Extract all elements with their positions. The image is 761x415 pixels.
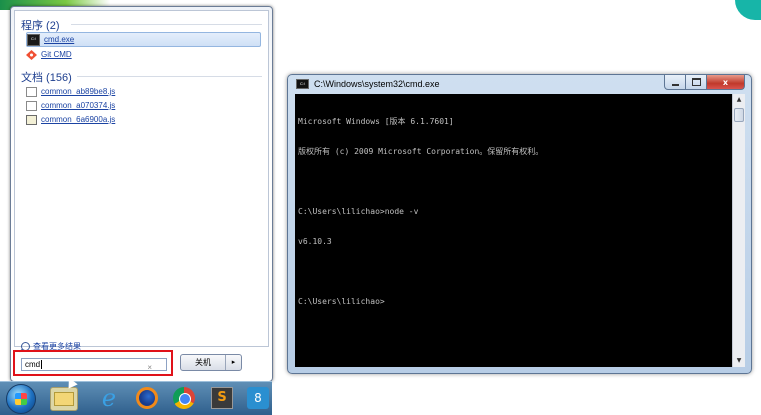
window-controls: x bbox=[664, 75, 745, 90]
search-input-value: cmd bbox=[25, 360, 41, 369]
console-line: v6.10.3 bbox=[298, 237, 332, 246]
divider bbox=[71, 24, 262, 25]
result-git-cmd[interactable]: Git CMD bbox=[26, 48, 72, 61]
shutdown-button[interactable]: 关机 bbox=[181, 355, 225, 370]
minimize-icon bbox=[671, 83, 679, 86]
result-label: common_ab89be8.js bbox=[41, 87, 116, 96]
firefox-icon[interactable] bbox=[133, 385, 161, 411]
cmd-window[interactable]: C:\ C:\Windows\system32\cmd.exe x Micros… bbox=[287, 74, 752, 374]
shutdown-options-arrow-icon[interactable]: ▸ bbox=[225, 355, 241, 370]
console-line: C:\Users\lilichao>node -v bbox=[298, 207, 419, 216]
cmd-icon: C:\ bbox=[27, 33, 40, 46]
programs-header[interactable]: 程序 (2) bbox=[21, 17, 60, 33]
divider bbox=[77, 76, 262, 77]
document-icon bbox=[26, 100, 37, 111]
search-results-panel: 程序 (2) C:\ cmd.exe Git CMD 文档 (156) comm… bbox=[14, 10, 269, 347]
search-highlight-box: cmd × bbox=[13, 350, 173, 376]
scroll-up-arrow-icon[interactable]: ▲ bbox=[733, 94, 745, 106]
vertical-scrollbar[interactable]: ▲ ▼ bbox=[732, 94, 745, 367]
console-line: C:\Users\lilichao> bbox=[298, 297, 385, 306]
window-title: C:\Windows\system32\cmd.exe bbox=[314, 79, 440, 89]
start-orb-button[interactable] bbox=[6, 384, 36, 414]
cmd-titlebar[interactable]: C:\ C:\Windows\system32\cmd.exe bbox=[296, 79, 440, 89]
close-icon: x bbox=[722, 77, 729, 87]
sublime-logo: S bbox=[211, 387, 233, 409]
folder-icon bbox=[54, 392, 74, 406]
maximize-icon bbox=[691, 78, 701, 86]
documents-header[interactable]: 文档 (156) bbox=[21, 69, 72, 85]
js-file-icon bbox=[26, 114, 37, 125]
chrome-logo bbox=[173, 387, 195, 409]
app-icon[interactable]: 8 bbox=[246, 385, 270, 411]
app-logo: 8 bbox=[247, 387, 269, 409]
minimize-button[interactable] bbox=[664, 75, 686, 90]
result-document[interactable]: common_ab89be8.js bbox=[26, 85, 115, 98]
cmd-icon: C:\ bbox=[296, 79, 309, 89]
file-explorer-icon[interactable] bbox=[50, 387, 78, 411]
result-document[interactable]: common_a070374.js bbox=[26, 99, 115, 112]
console-line: Microsoft Windows [版本 6.1.7601] bbox=[298, 117, 454, 126]
search-input[interactable]: cmd × bbox=[21, 358, 167, 373]
taskbar: e S 8 bbox=[0, 381, 272, 415]
sublime-text-icon[interactable]: S bbox=[208, 385, 236, 411]
decorative-corner bbox=[735, 0, 761, 20]
result-cmd-exe[interactable]: C:\ cmd.exe bbox=[26, 32, 261, 47]
close-button[interactable]: x bbox=[707, 75, 745, 90]
chrome-icon[interactable] bbox=[170, 385, 198, 411]
result-label: common_a070374.js bbox=[41, 101, 116, 110]
start-menu: 程序 (2) C:\ cmd.exe Git CMD 文档 (156) comm… bbox=[10, 6, 273, 382]
console-output[interactable]: Microsoft Windows [版本 6.1.7601] 版权所有 (c)… bbox=[295, 94, 732, 367]
result-label: Git CMD bbox=[41, 50, 72, 59]
document-icon bbox=[26, 86, 37, 97]
internet-explorer-icon[interactable]: e bbox=[95, 384, 123, 412]
windows-logo-icon bbox=[15, 393, 27, 405]
scrollbar-thumb[interactable] bbox=[734, 108, 744, 122]
text-caret bbox=[41, 360, 43, 369]
firefox-logo bbox=[136, 387, 158, 409]
result-label: common_6a6900a.js bbox=[41, 115, 116, 124]
clear-search-icon[interactable]: × bbox=[147, 362, 152, 373]
console-line: 版权所有 (c) 2009 Microsoft Corporation。保留所有… bbox=[298, 147, 544, 156]
maximize-button[interactable] bbox=[686, 75, 707, 90]
shutdown-button-group: 关机 ▸ bbox=[180, 354, 242, 371]
result-document[interactable]: common_6a6900a.js bbox=[26, 113, 115, 126]
result-label: cmd.exe bbox=[44, 35, 75, 44]
scroll-down-arrow-icon[interactable]: ▼ bbox=[733, 355, 745, 367]
git-icon bbox=[26, 49, 37, 60]
